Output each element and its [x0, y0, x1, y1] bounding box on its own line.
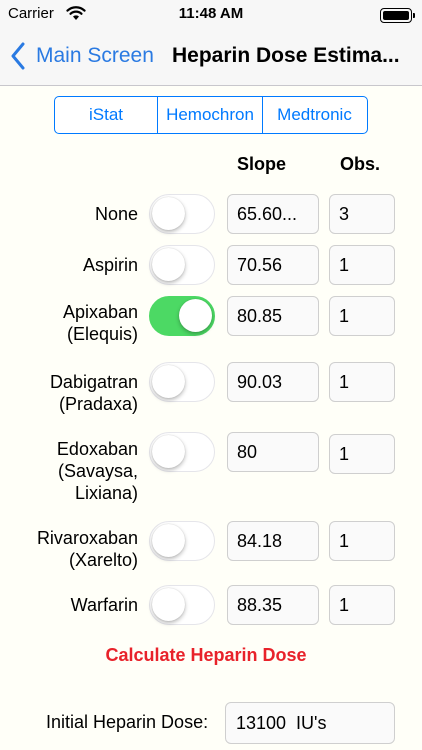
- obs-field-none[interactable]: 3: [329, 194, 395, 234]
- row-label-warfarin: Warfarin: [70, 595, 138, 615]
- calculate-heparin-dose-button[interactable]: Calculate Heparin Dose: [0, 645, 412, 666]
- slope-field-warfarin[interactable]: 88.35: [227, 585, 319, 625]
- navigation-bar: Main Screen Heparin Dose Estima...: [0, 30, 422, 86]
- slope-field-rivaroxaban[interactable]: 84.18: [227, 521, 319, 561]
- toggle-warfarin[interactable]: [149, 585, 215, 625]
- segment-hemochron[interactable]: Hemochron: [158, 97, 263, 133]
- toggle-dabigatran[interactable]: [149, 362, 215, 402]
- toggle-aspirin[interactable]: [149, 245, 215, 285]
- obs-field-aspirin[interactable]: 1: [329, 245, 395, 285]
- row-label-dabigatran: Dabigatran (Pradaxa): [49, 372, 138, 414]
- obs-column-header: Obs.: [340, 154, 381, 174]
- slope-column-header: Slope: [237, 154, 287, 174]
- slope-field-edoxaban[interactable]: 80: [227, 432, 319, 472]
- status-time: 11:48 AM: [178, 5, 244, 22]
- initial-dose-label: Initial Heparin Dose:: [46, 712, 209, 732]
- toggle-none[interactable]: [149, 194, 215, 234]
- segment-medtronic[interactable]: Medtronic: [263, 97, 366, 133]
- back-button[interactable]: Main Screen: [36, 44, 154, 68]
- page-title: Heparin Dose Estima...: [172, 44, 400, 67]
- obs-field-edoxaban[interactable]: 1: [329, 434, 395, 474]
- device-segmented-control: iStat Hemochron Medtronic: [54, 96, 368, 134]
- initial-dose-field[interactable]: 13100 IU's: [225, 702, 395, 744]
- slope-field-none[interactable]: 65.60...: [227, 194, 319, 234]
- row-label-apixaban: Apixaban (Elequis): [62, 302, 138, 344]
- obs-field-rivaroxaban[interactable]: 1: [329, 521, 395, 561]
- status-bar: Carrier 11:48 AM: [0, 0, 422, 30]
- toggle-rivaroxaban[interactable]: [149, 521, 215, 561]
- row-label-aspirin: Aspirin: [82, 255, 138, 275]
- obs-field-apixaban[interactable]: 1: [329, 296, 395, 336]
- row-label-rivaroxaban: Rivaroxaban (Xarelto): [36, 528, 138, 570]
- chevron-left-icon[interactable]: [10, 42, 26, 70]
- obs-field-dabigatran[interactable]: 1: [329, 362, 395, 402]
- toggle-apixaban[interactable]: [149, 296, 215, 336]
- toggle-edoxaban[interactable]: [149, 432, 215, 472]
- battery-icon: [380, 8, 415, 23]
- slope-field-aspirin[interactable]: 70.56: [227, 245, 319, 285]
- row-label-edoxaban: Edoxaban (Savaysa, Lixiana): [56, 439, 138, 503]
- slope-field-dabigatran[interactable]: 90.03: [227, 362, 319, 402]
- obs-field-warfarin[interactable]: 1: [329, 585, 395, 625]
- slope-field-apixaban[interactable]: 80.85: [227, 296, 319, 336]
- segment-istat[interactable]: iStat: [55, 97, 158, 133]
- row-label-none: None: [94, 204, 138, 224]
